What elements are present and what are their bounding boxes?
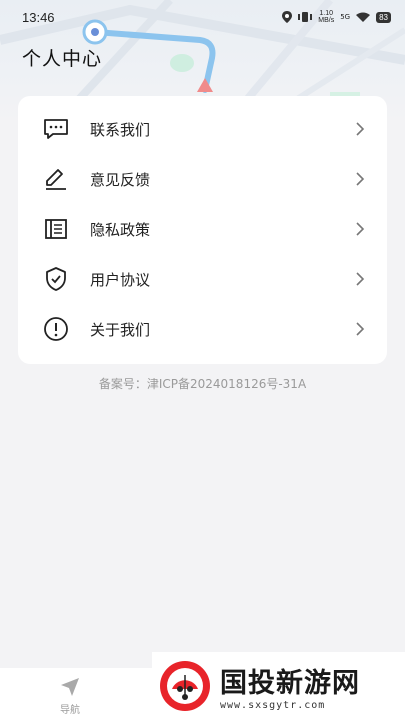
menu-item-label: 隐私政策 xyxy=(90,220,151,239)
signal-label: 5G xyxy=(340,13,351,21)
menu-item-label: 联系我们 xyxy=(90,120,151,139)
menu-item-contact[interactable]: 联系我们 xyxy=(18,104,387,154)
chevron-right-icon xyxy=(356,122,365,136)
watermark-domain: www.sxsgytr.com xyxy=(220,700,326,711)
menu-item-about[interactable]: 关于我们 xyxy=(18,304,387,354)
ladybug-logo-icon xyxy=(160,661,210,711)
net-speed: 1.10 MB/s xyxy=(318,10,334,24)
page-title: 个人中心 xyxy=(22,48,103,70)
beian-text[interactable]: 备案号：津ICP备2024018126号-31A xyxy=(0,375,405,392)
tab-label: 导航 xyxy=(60,705,80,716)
battery-indicator: 83 xyxy=(376,11,391,23)
chevron-right-icon xyxy=(356,172,365,186)
tab-navigation[interactable]: 导航 xyxy=(42,676,98,716)
watermark-logo: 国投新游网 www.sxsgytr.com xyxy=(152,652,405,720)
chevron-right-icon xyxy=(356,222,365,236)
menu-item-agreement[interactable]: 用户协议 xyxy=(18,254,387,304)
message-icon xyxy=(42,115,70,143)
status-bar: 13:46 1.10 MB/s 5G 83 xyxy=(0,0,405,34)
navigation-arrow-icon xyxy=(61,678,79,696)
menu-item-label: 意见反馈 xyxy=(90,170,151,189)
net-speed-unit: MB/s xyxy=(318,17,335,24)
menu-item-label: 用户协议 xyxy=(90,270,151,289)
watermark-text: 国投新游网 www.sxsgytr.com xyxy=(220,661,360,711)
status-time: 13:46 xyxy=(22,9,55,25)
edit-icon xyxy=(42,165,70,193)
menu-item-privacy[interactable]: 隐私政策 xyxy=(18,204,387,254)
chevron-right-icon xyxy=(356,322,365,336)
shield-check-icon xyxy=(42,265,70,293)
location-icon xyxy=(282,11,293,23)
document-icon xyxy=(42,215,70,243)
info-icon xyxy=(42,315,70,343)
menu-card: 联系我们 意见反馈 隐私政策 用户协议 关于我们 xyxy=(18,96,387,364)
status-icons: 1.10 MB/s 5G 83 xyxy=(282,10,391,24)
menu-item-label: 关于我们 xyxy=(90,320,151,339)
watermark-title: 国投新游网 xyxy=(220,668,360,699)
wifi-icon xyxy=(356,12,371,22)
menu-item-feedback[interactable]: 意见反馈 xyxy=(18,154,387,204)
vibrate-icon xyxy=(298,12,313,22)
net-speed-value: 1.10 xyxy=(319,10,334,17)
chevron-right-icon xyxy=(356,272,365,286)
